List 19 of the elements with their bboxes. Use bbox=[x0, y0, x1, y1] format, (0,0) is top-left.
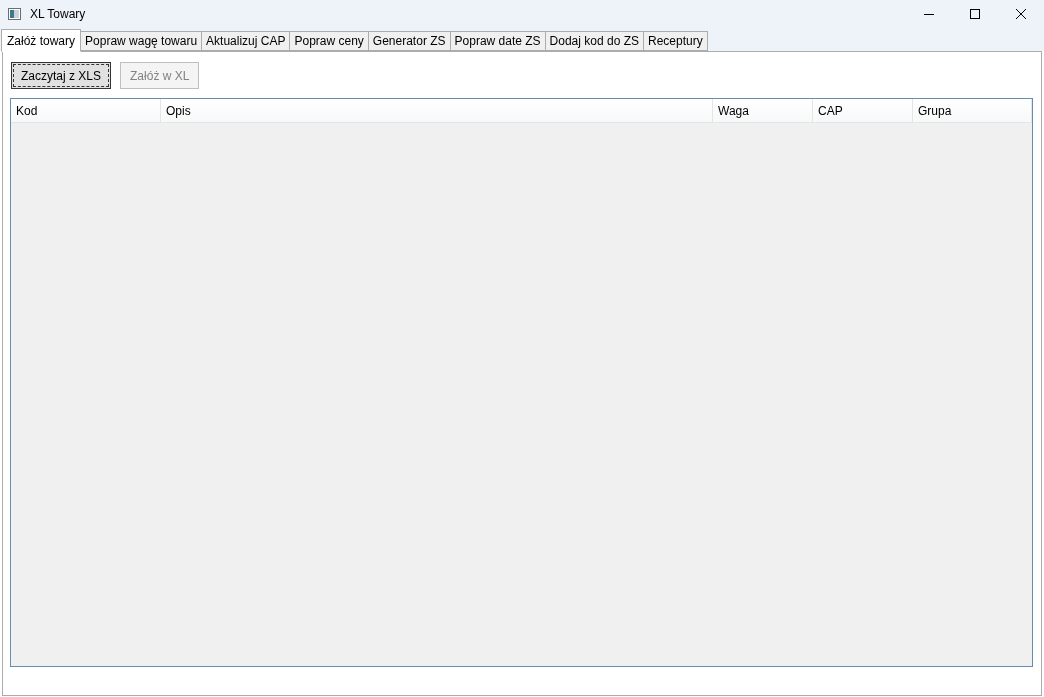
column-header[interactable]: Waga bbox=[713, 99, 813, 122]
import-button[interactable]: Zaczytaj z XLS bbox=[11, 62, 112, 89]
app-icon bbox=[8, 8, 21, 20]
tab[interactable]: Generator ZS bbox=[367, 31, 451, 51]
tab[interactable]: Dodaj kod do ZS bbox=[544, 31, 644, 51]
close-icon bbox=[1016, 9, 1026, 19]
tab[interactable]: Aktualizuj CAP bbox=[201, 31, 291, 51]
maximize-icon bbox=[970, 9, 980, 19]
window-title: XL Towary bbox=[30, 7, 86, 21]
column-header[interactable]: CAP bbox=[813, 99, 913, 122]
tab[interactable]: Załóż towary bbox=[1, 29, 82, 52]
column-header[interactable]: Grupa bbox=[913, 99, 1032, 122]
tab[interactable]: Popraw date ZS bbox=[449, 31, 546, 51]
tab[interactable]: Popraw wagę towaru bbox=[80, 31, 203, 51]
minimize-icon bbox=[924, 13, 934, 15]
tab[interactable]: Popraw ceny bbox=[289, 31, 369, 51]
column-header[interactable]: Opis bbox=[161, 99, 713, 122]
tab[interactable]: Receptury bbox=[643, 31, 708, 51]
column-header[interactable]: Kod bbox=[11, 99, 161, 122]
